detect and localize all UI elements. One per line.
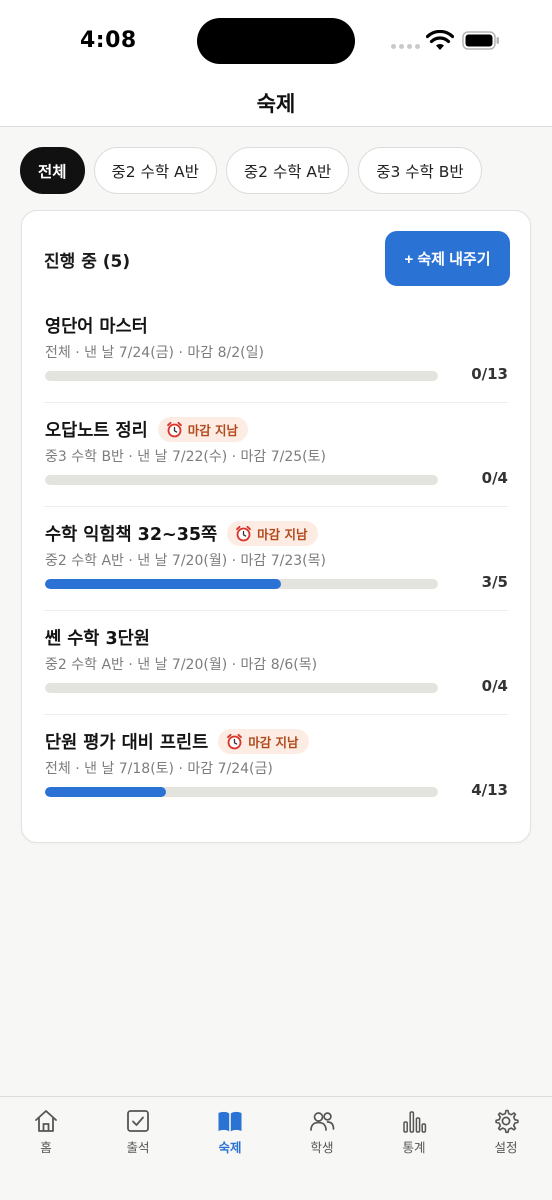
tab-home[interactable]: 홈 (0, 1097, 92, 1200)
tab-label: 통계 (402, 1140, 426, 1155)
wifi-icon (426, 30, 454, 50)
progress-bar (45, 683, 438, 693)
class-filter-chips: 전체 중2 수학 A반 중2 수학 A반 중3 수학 B반 (20, 147, 482, 194)
homework-title: 수학 익힘책 32~35쪽 (45, 525, 218, 545)
attendance-check-icon (127, 1110, 149, 1132)
progress-count: 0/4 (481, 469, 508, 487)
cellular-signal-icon (391, 44, 420, 49)
overdue-badge: 마감 지남 (218, 729, 309, 754)
in-progress-card: 진행 중 (5) + 숙제 내주기 영단어 마스터전체 · 낸 날 7/24(금… (21, 210, 531, 843)
homework-title-row: 쎈 수학 3단원 (45, 625, 150, 650)
progress-bar (45, 787, 438, 797)
tab-label: 홈 (40, 1140, 52, 1155)
alarm-clock-icon (236, 525, 252, 542)
tab-attendance-check[interactable]: 출석 (92, 1097, 184, 1200)
filter-chip-all[interactable]: 전체 (20, 147, 85, 194)
tab-gear[interactable]: 설정 (460, 1097, 552, 1200)
page-title: 숙제 (256, 92, 296, 116)
tab-bar-chart[interactable]: 통계 (368, 1097, 460, 1200)
homework-list: 영단어 마스터전체 · 낸 날 7/24(금) · 마감 8/2(일) 0/13 오… (44, 299, 508, 819)
tab-label: 숙제 (218, 1140, 242, 1155)
homework-title: 영단어 마스터 (45, 317, 148, 337)
homework-title-row: 수학 익힘책 32~35쪽 마감 지남 (45, 521, 318, 546)
homework-item[interactable]: 수학 익힘책 32~35쪽 마감 지남중2 수학 A반 · 낸 날 7/20(월)… (44, 507, 508, 611)
progress-fill (45, 787, 166, 797)
homework-meta: 전체 · 낸 날 7/24(금) · 마감 8/2(일) (45, 345, 264, 361)
progress-count: 4/13 (471, 781, 508, 799)
battery-icon (462, 31, 499, 50)
overdue-badge: 마감 지남 (157, 417, 249, 442)
homework-item[interactable]: 오답노트 정리 마감 지남중3 수학 B반 · 낸 날 7/22(수) · 마감 … (44, 403, 508, 507)
overdue-badge-label: 마감 지남 (187, 423, 239, 438)
students-icon (310, 1112, 335, 1131)
section-title: 진행 중 (5) (44, 252, 131, 272)
progress-bar (45, 475, 438, 485)
homework-title-row: 오답노트 정리 마감 지남 (45, 417, 249, 442)
homework-item[interactable]: 단원 평가 대비 프린트 마감 지남전체 · 낸 날 7/18(토) · 마감 7… (44, 715, 508, 819)
tab-students[interactable]: 학생 (276, 1097, 368, 1200)
tab-book[interactable]: 숙제 (184, 1097, 276, 1200)
home-icon (35, 1110, 57, 1132)
card-header: 진행 중 (5) + 숙제 내주기 (44, 231, 510, 286)
nav-header: 숙제 (0, 80, 552, 127)
status-time: 4:08 (80, 28, 137, 53)
tab-label: 학생 (310, 1140, 334, 1155)
homework-meta: 중3 수학 B반 · 낸 날 7/22(수) · 마감 7/25(토) (45, 449, 326, 465)
homework-title: 쎈 수학 3단원 (45, 629, 150, 649)
gear-icon (495, 1109, 519, 1134)
homework-item[interactable]: 쎈 수학 3단원중2 수학 A반 · 낸 날 7/20(월) · 마감 8/6(… (44, 611, 508, 715)
progress-bar (45, 371, 438, 381)
tab-label: 설정 (494, 1140, 518, 1155)
homework-meta: 중2 수학 A반 · 낸 날 7/20(월) · 마감 8/6(목) (45, 657, 318, 673)
alarm-clock-icon (166, 421, 182, 438)
overdue-badge-label: 마감 지남 (248, 735, 299, 750)
alarm-clock-icon (227, 733, 243, 750)
homework-title-row: 단원 평가 대비 프린트 마감 지남 (45, 729, 309, 754)
homework-title: 오답노트 정리 (45, 421, 148, 441)
progress-count: 3/5 (481, 573, 508, 591)
assign-homework-button[interactable]: + 숙제 내주기 (385, 231, 510, 286)
book-icon (218, 1111, 242, 1132)
bottom-tab-bar: 홈 출석 숙제 학생 통계 설정 (0, 1096, 552, 1200)
progress-count: 0/4 (481, 677, 508, 695)
filter-chip-class[interactable]: 중3 수학 B반 (358, 147, 482, 194)
tab-label: 출석 (126, 1140, 150, 1155)
dynamic-island (197, 18, 355, 64)
filter-chip-class[interactable]: 중2 수학 A반 (93, 147, 217, 194)
progress-count: 0/13 (471, 365, 508, 383)
overdue-badge: 마감 지남 (227, 521, 318, 546)
homework-title-row: 영단어 마스터 (45, 313, 148, 338)
bar-chart-icon (403, 1111, 427, 1133)
homework-meta: 중2 수학 A반 · 낸 날 7/20(월) · 마감 7/23(목) (45, 553, 326, 569)
homework-screen: 4:08 숙제 전체 중2 수학 A반 중2 수학 A반 중3 수학 B반 진행… (0, 0, 552, 1200)
progress-fill (45, 579, 281, 589)
homework-title: 단원 평가 대비 프린트 (45, 733, 209, 753)
homework-item[interactable]: 영단어 마스터전체 · 낸 날 7/24(금) · 마감 8/2(일) 0/13 (44, 299, 508, 403)
overdue-badge-label: 마감 지남 (257, 527, 308, 542)
homework-meta: 전체 · 낸 날 7/18(토) · 마감 7/24(금) (45, 761, 273, 777)
filter-chip-class[interactable]: 중2 수학 A반 (225, 147, 350, 194)
progress-bar (45, 579, 438, 589)
status-bar: 4:08 (0, 0, 552, 80)
